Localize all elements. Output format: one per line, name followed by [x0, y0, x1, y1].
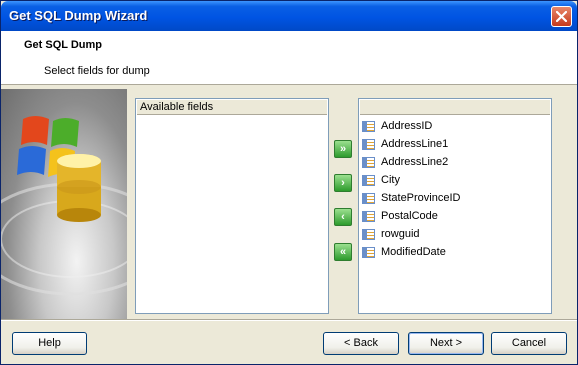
window-title: Get SQL Dump Wizard	[9, 8, 148, 23]
help-button-label: Help	[38, 337, 61, 349]
double-chevron-right-icon: »	[339, 143, 347, 155]
next-button[interactable]: Next >	[408, 332, 484, 355]
wizard-window: Get SQL Dump Wizard Get SQL Dump Select …	[0, 0, 578, 365]
field-icon	[362, 175, 375, 186]
remove-button[interactable]: ‹	[334, 208, 352, 226]
field-icon	[362, 139, 375, 150]
cancel-button[interactable]: Cancel	[491, 332, 567, 355]
chevron-right-icon: ›	[341, 177, 345, 189]
windows-database-logo-icon	[1, 116, 127, 296]
remove-all-button[interactable]: «	[334, 243, 352, 261]
chevron-left-icon: ‹	[341, 211, 345, 223]
title-bar[interactable]: Get SQL Dump Wizard	[1, 1, 577, 31]
page-title: Get SQL Dump	[24, 39, 103, 51]
selected-fields-list[interactable]: AddressID AddressLine1 AddressLine2 City…	[358, 98, 552, 314]
add-all-button[interactable]: »	[334, 140, 352, 158]
field-icon	[362, 193, 375, 204]
double-chevron-left-icon: «	[339, 246, 347, 258]
footer-divider	[1, 319, 577, 321]
back-button-label: < Back	[344, 337, 378, 349]
field-icon	[362, 229, 375, 240]
back-button[interactable]: < Back	[323, 332, 399, 355]
close-icon	[556, 11, 567, 22]
field-icon	[362, 211, 375, 222]
selected-fields-header	[360, 100, 550, 115]
cancel-button-label: Cancel	[511, 337, 547, 349]
help-button[interactable]: Help	[12, 332, 87, 355]
next-button-label: Next >	[429, 337, 463, 349]
field-icon	[362, 247, 375, 258]
wizard-side-image	[1, 89, 127, 319]
field-icon	[362, 121, 375, 132]
close-button[interactable]	[551, 6, 572, 27]
wizard-header: Get SQL Dump Select fields for dump	[1, 31, 577, 85]
available-fields-list[interactable]: Available fields	[135, 98, 329, 314]
field-icon	[362, 157, 375, 168]
page-subtitle: Select fields for dump	[44, 65, 150, 77]
add-button[interactable]: ›	[334, 174, 352, 192]
available-fields-header: Available fields	[137, 100, 327, 115]
